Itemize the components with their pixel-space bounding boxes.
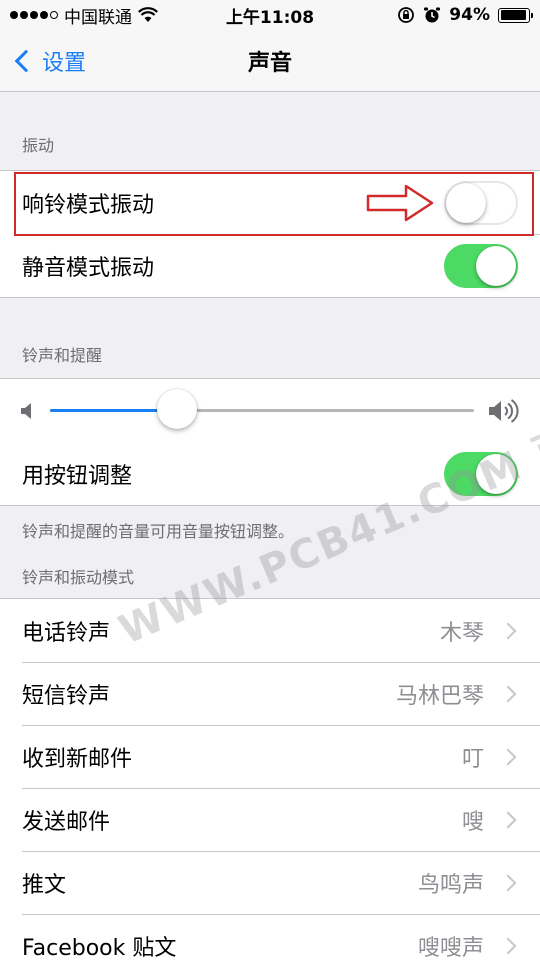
volume-high-icon bbox=[489, 398, 519, 423]
status-left: 中国联通 bbox=[10, 3, 158, 28]
rotation-lock-icon bbox=[398, 7, 415, 23]
tweet-value: 鸟鸣声 bbox=[417, 872, 484, 898]
toggle-knob bbox=[446, 182, 486, 223]
toggle-knob bbox=[476, 453, 516, 494]
section-header-vibrate: 振动 bbox=[22, 136, 55, 155]
volume-low-icon bbox=[21, 402, 31, 419]
sent-mail-row[interactable]: 发送邮件 嗖 bbox=[0, 788, 540, 851]
alarm-icon bbox=[424, 7, 441, 23]
chevron-right-icon bbox=[499, 937, 517, 954]
silent-vibrate-toggle[interactable] bbox=[444, 243, 518, 288]
ring-vibrate-label: 响铃模式振动 bbox=[22, 192, 155, 218]
ringtone-label: 电话铃声 bbox=[22, 620, 111, 646]
text-tone-label: 短信铃声 bbox=[22, 683, 111, 709]
text-tone-value-group: 马林巴琴 bbox=[396, 678, 518, 710]
toggle-knob bbox=[476, 245, 516, 286]
ringtone-row[interactable]: 电话铃声 木琴 bbox=[0, 599, 540, 662]
ring-vibrate-row: 响铃模式振动 bbox=[0, 171, 540, 234]
status-bar: 中国联通 上午11:08 94% bbox=[0, 0, 540, 30]
button-adjust-toggle[interactable] bbox=[444, 451, 518, 496]
carrier-name: 中国联通 bbox=[64, 7, 132, 28]
chevron-left-icon bbox=[14, 49, 38, 73]
volume-slider-thumb[interactable] bbox=[157, 389, 198, 429]
chevron-right-icon bbox=[499, 622, 517, 639]
back-button[interactable]: 设置 bbox=[12, 30, 86, 92]
tweet-value-group: 鸟鸣声 bbox=[418, 867, 518, 899]
new-mail-value: 叮 bbox=[461, 746, 484, 772]
annotation-arrow-icon bbox=[366, 184, 434, 222]
facebook-post-value-group: 嗖嗖声 bbox=[418, 930, 518, 960]
sent-mail-value-group: 嗖 bbox=[462, 804, 518, 836]
volume-slider-row bbox=[0, 379, 540, 442]
ringtone-value: 木琴 bbox=[439, 620, 484, 646]
section-header-patterns: 铃声和振动模式 bbox=[22, 568, 135, 587]
navigation-bar: 设置 声音 bbox=[0, 30, 540, 92]
chevron-right-icon bbox=[499, 685, 517, 702]
text-tone-row[interactable]: 短信铃声 马林巴琴 bbox=[0, 662, 540, 725]
sent-mail-value: 嗖 bbox=[461, 809, 484, 835]
silent-vibrate-label: 静音模式振动 bbox=[22, 255, 155, 281]
sent-mail-label: 发送邮件 bbox=[22, 809, 111, 835]
new-mail-label: 收到新邮件 bbox=[22, 746, 133, 772]
facebook-post-value: 嗖嗖声 bbox=[417, 935, 484, 960]
chevron-right-icon bbox=[499, 811, 517, 828]
status-right: 94% bbox=[397, 5, 533, 25]
new-mail-row[interactable]: 收到新邮件 叮 bbox=[0, 725, 540, 788]
ringtone-value-group: 木琴 bbox=[440, 615, 518, 647]
patterns-group: 电话铃声 木琴 短信铃声 马林巴琴 收到新邮件 叮 发送邮件 嗖 推文 鸟鸣声 … bbox=[0, 598, 540, 960]
text-tone-value: 马林巴琴 bbox=[395, 683, 484, 709]
tweet-label: 推文 bbox=[22, 872, 67, 898]
wifi-icon bbox=[138, 7, 158, 22]
ringer-footer: 铃声和提醒的音量可用音量按钮调整。 bbox=[22, 522, 295, 541]
volume-slider[interactable] bbox=[50, 389, 474, 429]
battery-icon bbox=[498, 7, 533, 23]
back-label: 设置 bbox=[42, 51, 87, 76]
ringer-group: 用按钮调整 bbox=[0, 378, 540, 506]
battery-percent: 94% bbox=[449, 5, 490, 25]
tweet-row[interactable]: 推文 鸟鸣声 bbox=[0, 851, 540, 914]
button-adjust-label: 用按钮调整 bbox=[22, 463, 133, 489]
silent-vibrate-row: 静音模式振动 bbox=[0, 234, 540, 297]
chevron-right-icon bbox=[499, 748, 517, 765]
vibrate-group: 响铃模式振动 静音模式振动 bbox=[0, 170, 540, 298]
signal-dots-icon bbox=[10, 11, 58, 19]
ring-vibrate-toggle[interactable] bbox=[444, 180, 518, 225]
chevron-right-icon bbox=[499, 874, 517, 891]
battery-fill bbox=[500, 10, 526, 20]
button-adjust-row: 用按钮调整 bbox=[0, 442, 540, 505]
section-header-ringer: 铃声和提醒 bbox=[22, 346, 103, 365]
facebook-post-row[interactable]: Facebook 贴文 嗖嗖声 bbox=[0, 914, 540, 960]
facebook-post-label: Facebook 贴文 bbox=[22, 935, 177, 960]
new-mail-value-group: 叮 bbox=[462, 741, 518, 773]
